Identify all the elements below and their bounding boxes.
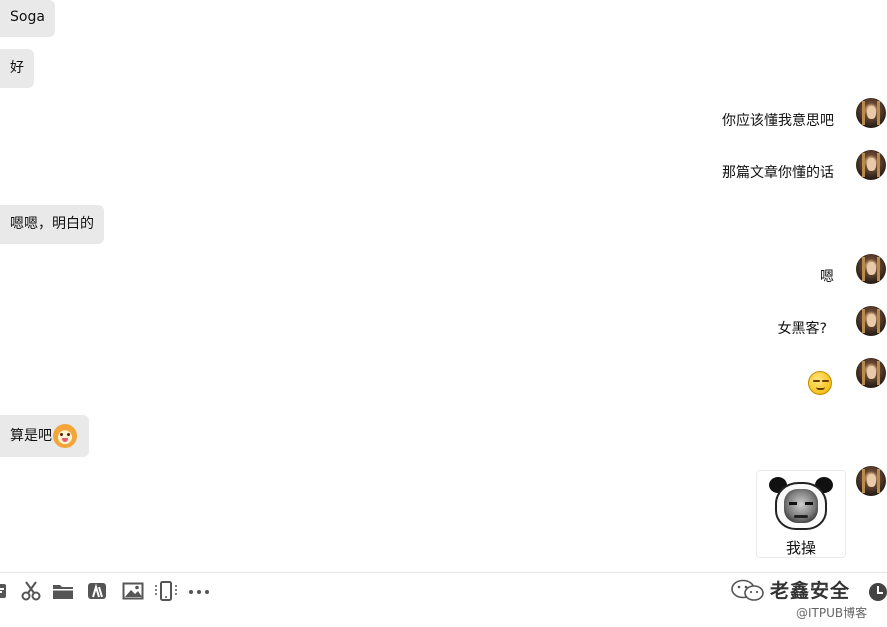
watermark-title: 老鑫安全: [770, 580, 851, 602]
message-text: Soga: [10, 9, 45, 25]
phone-screen-icon[interactable]: [154, 580, 177, 602]
source-watermark: 老鑫安全 @ITPUB博客: [730, 574, 885, 624]
message-text: 算是吧: [10, 428, 52, 444]
message-text: 好: [10, 60, 24, 76]
user-avatar[interactable]: [856, 254, 886, 284]
message-text: 嗯嗯，明白的: [10, 216, 94, 232]
user-avatar[interactable]: [856, 150, 886, 180]
clock-icon[interactable]: [869, 583, 887, 601]
chat-window: Soga 好 你应该懂我意思吧 那篇文章你懂的话 嗯嗯，明白的 嗯 女黑客? 算…: [0, 0, 887, 627]
panda-sticker-message[interactable]: 我操: [756, 470, 846, 558]
user-avatar[interactable]: [856, 358, 886, 388]
file-icon[interactable]: [0, 580, 14, 602]
message-outgoing[interactable]: 嗯: [820, 268, 834, 286]
user-avatar[interactable]: [856, 306, 886, 336]
message-text: 那篇文章你懂的话: [722, 165, 834, 181]
grinning-face-emoji[interactable]: [808, 371, 832, 395]
message-text: 你应该懂我意思吧: [722, 113, 834, 129]
translate-icon[interactable]: [86, 580, 108, 602]
message-bubble-incoming[interactable]: 好: [0, 49, 34, 88]
user-avatar[interactable]: [856, 466, 886, 496]
user-avatar[interactable]: [856, 98, 886, 128]
message-bubble-incoming[interactable]: 嗯嗯，明白的: [0, 205, 104, 244]
watermark-subtitle: @ITPUB博客: [796, 606, 868, 620]
message-outgoing[interactable]: 那篇文章你懂的话: [722, 164, 834, 182]
message-bubble-incoming[interactable]: 算是吧: [0, 415, 89, 457]
dog-face-emoji: [53, 424, 77, 448]
panda-meme-image: [767, 477, 835, 531]
message-outgoing[interactable]: 女黑客?: [778, 320, 827, 338]
scissors-icon[interactable]: [20, 580, 42, 602]
message-text: 女黑客?: [777, 321, 827, 337]
message-outgoing[interactable]: 你应该懂我意思吧: [722, 112, 834, 130]
sticker-caption: 我操: [785, 539, 816, 557]
input-divider: [0, 572, 887, 573]
message-bubble-incoming[interactable]: Soga: [0, 0, 55, 37]
folder-icon[interactable]: [52, 580, 74, 602]
more-icon[interactable]: [188, 580, 210, 602]
wechat-logo: [730, 578, 766, 602]
image-icon[interactable]: [122, 580, 144, 602]
message-text: 嗯: [820, 269, 834, 285]
